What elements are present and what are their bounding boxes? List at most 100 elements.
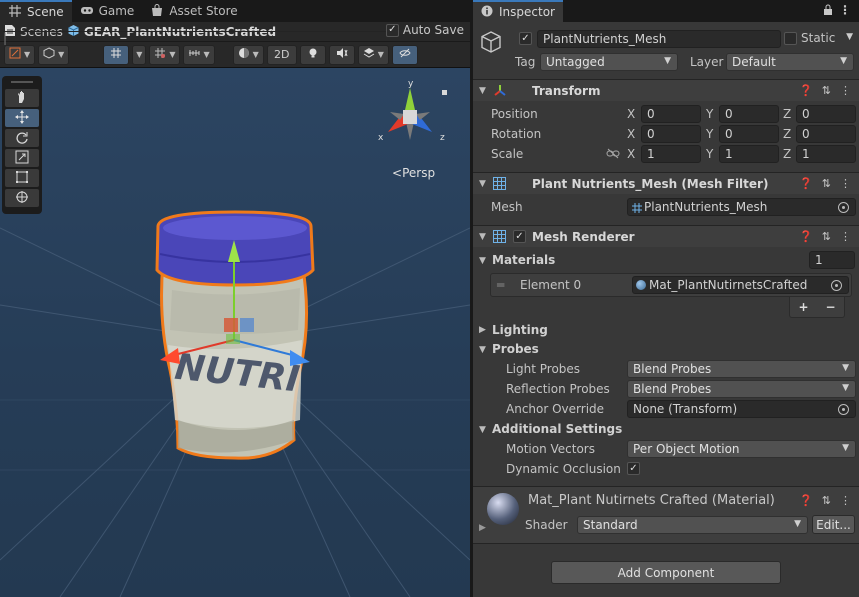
object-picker-icon[interactable]: [838, 202, 849, 213]
lighting-toggle[interactable]: [299, 44, 326, 65]
projection-toggle[interactable]: <Persp: [392, 166, 435, 180]
materials-foldout-icon[interactable]: ▼: [479, 256, 486, 266]
grid-button[interactable]: ▼: [149, 44, 181, 65]
kebab-menu-icon[interactable]: ⋮: [840, 494, 851, 507]
help-icon[interactable]: ❓: [799, 494, 813, 507]
transform-tool-button[interactable]: [5, 189, 39, 207]
reflection-probes-dropdown[interactable]: Blend Probes ▼: [627, 380, 856, 398]
scene-visibility-toggle[interactable]: [391, 44, 418, 65]
foldout-arrow-icon[interactable]: ▼: [479, 179, 486, 189]
static-dropdown-icon[interactable]: ▼: [846, 32, 853, 42]
x-axis-label[interactable]: X: [627, 107, 635, 121]
move-tool-button[interactable]: [5, 109, 39, 127]
position-x-field[interactable]: 0: [641, 105, 701, 123]
constrain-link-icon[interactable]: [606, 148, 620, 162]
rotation-y-field[interactable]: 0: [719, 125, 779, 143]
view-tool-button[interactable]: [5, 89, 39, 107]
rect-tool-button[interactable]: [5, 169, 39, 187]
dynamic-occlusion-checkbox[interactable]: ✓: [627, 462, 640, 475]
x-axis-label[interactable]: X: [627, 147, 635, 161]
tab-asset-store[interactable]: Asset Store: [142, 0, 245, 22]
presets-icon[interactable]: ⇅: [822, 230, 831, 243]
tab-game[interactable]: Game: [72, 0, 143, 22]
anchor-override-field[interactable]: None (Transform): [627, 400, 856, 418]
rotate-tool-button[interactable]: [5, 129, 39, 147]
audio-toggle[interactable]: [328, 44, 355, 65]
effects-button[interactable]: ▼: [357, 44, 389, 65]
pivot-global-button[interactable]: [103, 44, 130, 65]
mesh-renderer-header[interactable]: ▼ ✓ Mesh Renderer ❓ ⇅ ⋮: [473, 225, 859, 247]
help-icon[interactable]: ❓: [799, 177, 813, 190]
mesh-object-field[interactable]: PlantNutrients_Mesh: [627, 198, 856, 216]
object-picker-icon[interactable]: [838, 404, 849, 415]
add-element-button[interactable]: +: [798, 300, 808, 314]
light-probes-dropdown[interactable]: Blend Probes ▼: [627, 360, 856, 378]
active-checkbox[interactable]: ✓: [519, 32, 532, 45]
materials-label[interactable]: Materials: [492, 253, 555, 267]
z-axis-label[interactable]: Z: [783, 107, 791, 121]
static-checkbox[interactable]: [784, 32, 797, 45]
shader-edit-button[interactable]: Edit...: [812, 515, 855, 534]
object-picker-icon[interactable]: [831, 280, 842, 291]
y-axis-label[interactable]: Y: [706, 107, 713, 121]
additional-foldout-icon[interactable]: ▼: [479, 425, 486, 435]
presets-icon[interactable]: ⇅: [822, 84, 831, 97]
palette-grip[interactable]: [11, 81, 33, 83]
scale-x-field[interactable]: 1: [641, 145, 701, 163]
scale-y-field[interactable]: 1: [719, 145, 779, 163]
object-name-field[interactable]: PlantNutrients_Mesh: [537, 30, 781, 48]
increment-snap-button[interactable]: ▼: [183, 44, 215, 65]
tab-inspector[interactable]: Inspector: [473, 0, 563, 22]
tab-scene[interactable]: Scene: [0, 0, 72, 22]
mesh-filter-header[interactable]: ▼ Plant Nutrients_Mesh (Mesh Filter) ❓ ⇅ ⋮: [473, 172, 859, 194]
kebab-menu-icon[interactable]: ⋮: [840, 84, 851, 97]
lighting-label[interactable]: Lighting: [492, 323, 548, 337]
materials-count-field[interactable]: 1: [809, 251, 855, 269]
drag-handle-icon[interactable]: ═: [497, 278, 504, 292]
draw-mode-button[interactable]: ▼: [4, 44, 36, 65]
help-icon[interactable]: ❓: [799, 230, 813, 243]
z-axis-label[interactable]: Z: [783, 147, 791, 161]
auto-save-checkbox[interactable]: ✓: [385, 23, 399, 37]
kebab-menu-icon[interactable]: ⋮: [840, 177, 851, 190]
foldout-arrow-icon[interactable]: ▶: [479, 523, 486, 533]
y-axis-label[interactable]: Y: [706, 147, 713, 161]
probes-label[interactable]: Probes: [492, 342, 539, 356]
foldout-arrow-icon[interactable]: ▼: [479, 86, 486, 96]
presets-icon[interactable]: ⇅: [822, 177, 831, 190]
help-icon[interactable]: ❓: [799, 84, 813, 97]
y-axis-label[interactable]: Y: [706, 127, 713, 141]
scale-tool-button[interactable]: [5, 149, 39, 167]
z-axis-label[interactable]: Z: [783, 127, 791, 141]
auto-save-toggle[interactable]: ✓ Auto Save: [385, 23, 464, 37]
pivot-dropdown[interactable]: ▼: [132, 44, 147, 65]
orientation-gizmo[interactable]: y x z: [372, 79, 460, 150]
transform-header[interactable]: ▼ Transform ❓ ⇅ ⋮: [473, 79, 859, 101]
shader-dropdown[interactable]: Standard ▼: [577, 516, 808, 534]
scene-viewport[interactable]: NUTRI y x z <Persp: [0, 68, 470, 597]
position-y-field[interactable]: 0: [719, 105, 779, 123]
kebab-menu-icon[interactable]: ⋮: [840, 230, 851, 243]
lock-icon[interactable]: [823, 4, 833, 19]
lighting-foldout-icon[interactable]: ▶: [479, 325, 486, 335]
position-z-field[interactable]: 0: [796, 105, 856, 123]
shading-mode-button[interactable]: ▼: [232, 44, 264, 65]
layer-dropdown[interactable]: Default ▼: [726, 53, 854, 71]
scale-z-field[interactable]: 1: [796, 145, 856, 163]
x-axis-label[interactable]: X: [627, 127, 635, 141]
mesh-renderer-enabled-checkbox[interactable]: ✓: [513, 230, 526, 243]
rotation-z-field[interactable]: 0: [796, 125, 856, 143]
remove-element-button[interactable]: −: [825, 300, 835, 314]
kebab-menu-icon[interactable]: ⋮: [839, 3, 851, 17]
additional-settings-label[interactable]: Additional Settings: [492, 422, 622, 436]
add-component-button[interactable]: Add Component: [551, 561, 781, 584]
probes-foldout-icon[interactable]: ▼: [479, 345, 486, 355]
foldout-arrow-icon[interactable]: ▼: [479, 232, 486, 242]
tag-dropdown[interactable]: Untagged ▼: [540, 53, 678, 71]
render-mode-button[interactable]: ▼: [38, 44, 70, 65]
presets-icon[interactable]: ⇅: [822, 494, 831, 507]
motion-vectors-dropdown[interactable]: Per Object Motion ▼: [627, 440, 856, 458]
rotation-x-field[interactable]: 0: [641, 125, 701, 143]
element-0-field[interactable]: Mat_PlantNutirnetsCrafted: [632, 276, 849, 294]
2d-toggle[interactable]: 2D: [266, 44, 297, 65]
